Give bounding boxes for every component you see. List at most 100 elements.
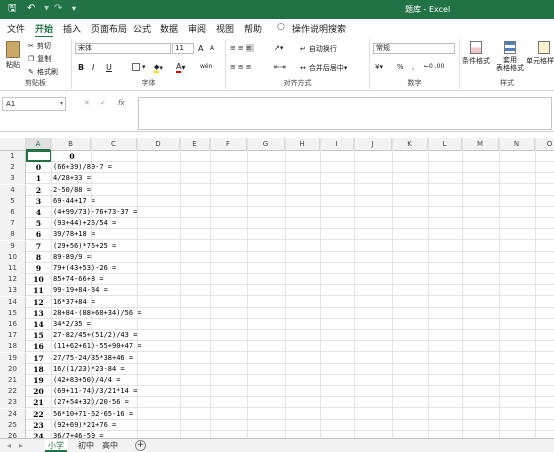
format-painter-button[interactable]: ✎ 格式刷 (28, 67, 58, 77)
tell-me-search[interactable]: 操作说明搜索 (292, 22, 346, 35)
cut-button[interactable]: ✂ 剪切 (28, 41, 51, 51)
font-size-box[interactable]: 11 (172, 43, 194, 54)
column-header[interactable]: G (247, 138, 285, 151)
cell-expression[interactable]: (29+56)*75+25 = (53, 241, 116, 252)
cell-index[interactable]: 21 (26, 397, 51, 408)
cell-index[interactable]: 15 (26, 330, 51, 341)
grow-font-button[interactable]: A (198, 44, 203, 53)
row-header[interactable]: 10 (0, 251, 26, 263)
row-header[interactable]: 8 (0, 229, 26, 241)
cell-index[interactable]: 18 (26, 364, 51, 375)
cell-index[interactable]: 4 (26, 207, 51, 218)
cell-expression[interactable]: (66+39)/89-7 = (53, 162, 112, 173)
conditional-formatting-button[interactable]: 条件格式 (462, 41, 490, 66)
font-color-button[interactable]: A ▾ (176, 62, 186, 73)
undo-icon[interactable]: ↶ (27, 3, 35, 15)
cell-expression[interactable]: 56*10+71-62-65-16 = (53, 409, 133, 420)
cell-expression[interactable]: 28+84-(88+60+34)/56 = (53, 308, 142, 319)
cell-expression[interactable]: (11+62+61)-55+90+47 = (53, 341, 142, 352)
decimal-buttons[interactable]: ←0 .00 (424, 63, 444, 70)
cell-expression[interactable]: (69+11-74)/3/21*14 = (53, 386, 137, 397)
customize-toolbar-icon[interactable]: ▾ (72, 3, 76, 15)
row-header[interactable]: 26 (0, 431, 26, 438)
cell-expression[interactable]: (93+44)+26/54 = (53, 218, 116, 229)
cell-expression[interactable]: 27-82/45+(51/2)/43 = (53, 330, 137, 341)
row-header[interactable]: 1 (0, 151, 26, 162)
fill-color-button[interactable]: ◆ ▾ (154, 63, 163, 73)
row-header[interactable]: 19 (0, 352, 26, 364)
row-header[interactable]: 25 (0, 419, 26, 431)
vertical-align-icons[interactable]: ≡≡ ≡ (230, 44, 254, 52)
row-header[interactable]: 13 (0, 285, 26, 297)
column-header[interactable]: J (354, 138, 392, 151)
cell-expression[interactable]: 34*2/35 = (53, 319, 91, 330)
column-header[interactable]: B (51, 138, 91, 151)
menu-insert[interactable]: 插入 (63, 22, 81, 35)
cell-expression[interactable]: 99-19+84-34 = (53, 285, 108, 296)
cell-index[interactable]: 5 (26, 218, 51, 229)
comma-button[interactable]: , (412, 63, 414, 71)
cell-expression[interactable]: (42+83+50)/4/4 = (53, 375, 120, 386)
name-box[interactable]: A1 (2, 97, 66, 111)
cell-index[interactable]: 22 (26, 409, 51, 420)
menu-formulas[interactable]: 公式 (133, 22, 151, 35)
column-header[interactable]: K (392, 138, 428, 151)
currency-button[interactable]: ¥▾ (375, 63, 383, 71)
underline-button[interactable]: U (106, 63, 112, 72)
row-header[interactable]: 22 (0, 386, 26, 398)
cell-expression[interactable]: 89-89/9 = (53, 252, 91, 263)
font-name-box[interactable]: 宋体 (75, 43, 171, 54)
sheet-tab-high[interactable]: 高中 (99, 439, 121, 452)
fx-icon[interactable]: fx (118, 99, 125, 107)
percent-button[interactable]: % (397, 63, 404, 71)
cell-index[interactable]: 8 (26, 252, 51, 263)
row-header[interactable]: 21 (0, 375, 26, 386)
row-header[interactable]: 15 (0, 307, 26, 319)
bold-button[interactable]: B (78, 63, 84, 72)
number-format-box[interactable]: 常规 (373, 43, 455, 54)
row-header[interactable]: 5 (0, 195, 26, 207)
merge-center-button[interactable]: ↔ 合并后居中 ▾ (300, 63, 347, 73)
cell-index[interactable]: 1 (26, 173, 51, 184)
cell-expression[interactable]: 2-50/88 = (53, 185, 91, 196)
row-header[interactable]: 3 (0, 173, 26, 185)
cell-index[interactable]: 6 (26, 229, 51, 240)
cell-expression[interactable]: 39/78+18 = (53, 229, 95, 240)
wrap-text-button[interactable]: ↵ 自动换行 (300, 44, 337, 54)
row-header[interactable]: 2 (0, 162, 26, 174)
menu-view[interactable]: 视图 (216, 22, 234, 35)
row-header[interactable]: 23 (0, 397, 26, 409)
row-header[interactable]: 18 (0, 341, 26, 353)
row-header[interactable]: 14 (0, 296, 26, 308)
scroll-left-icon[interactable]: ◂ (4, 439, 14, 452)
column-header[interactable]: N (499, 138, 535, 151)
cell-index[interactable]: 16 (26, 341, 51, 352)
horizontal-align-icons[interactable]: ≡≡≡ (230, 63, 254, 71)
row-header[interactable]: 16 (0, 319, 26, 330)
chevron-down-icon[interactable]: ▾ (44, 3, 49, 15)
cell-expression[interactable]: 85+74-66+8 = (53, 274, 104, 285)
row-header[interactable]: 7 (0, 218, 26, 230)
cell-index[interactable]: 13 (26, 308, 51, 319)
row-header[interactable]: 4 (0, 184, 26, 196)
cell-index[interactable]: 11 (26, 285, 51, 296)
menu-review[interactable]: 审阅 (188, 22, 206, 35)
cell-index[interactable]: 24 (26, 431, 51, 438)
cell-expression[interactable]: 16/(1/23)*23-84 = (53, 364, 125, 375)
menu-help[interactable]: 帮助 (244, 22, 262, 35)
cell-index[interactable]: 10 (26, 274, 51, 285)
enter-icon[interactable]: ✓ (100, 99, 106, 107)
column-header[interactable]: F (210, 138, 247, 151)
chevron-down-icon[interactable]: ▾ (60, 100, 63, 107)
paste-button[interactable]: 粘贴 (6, 41, 20, 70)
row-header[interactable]: 17 (0, 330, 26, 342)
format-as-table-button[interactable]: 套用 表格格式 (496, 41, 524, 72)
cell-index[interactable]: 14 (26, 319, 51, 330)
menu-file[interactable]: 文件 (7, 22, 25, 35)
save-icon[interactable]: 🖫 (8, 3, 17, 15)
formula-input[interactable] (138, 97, 552, 130)
column-header[interactable]: M (462, 138, 499, 151)
cell-index[interactable]: 19 (26, 375, 51, 386)
column-header[interactable]: E (180, 138, 210, 151)
cell-index[interactable]: 9 (26, 263, 51, 274)
